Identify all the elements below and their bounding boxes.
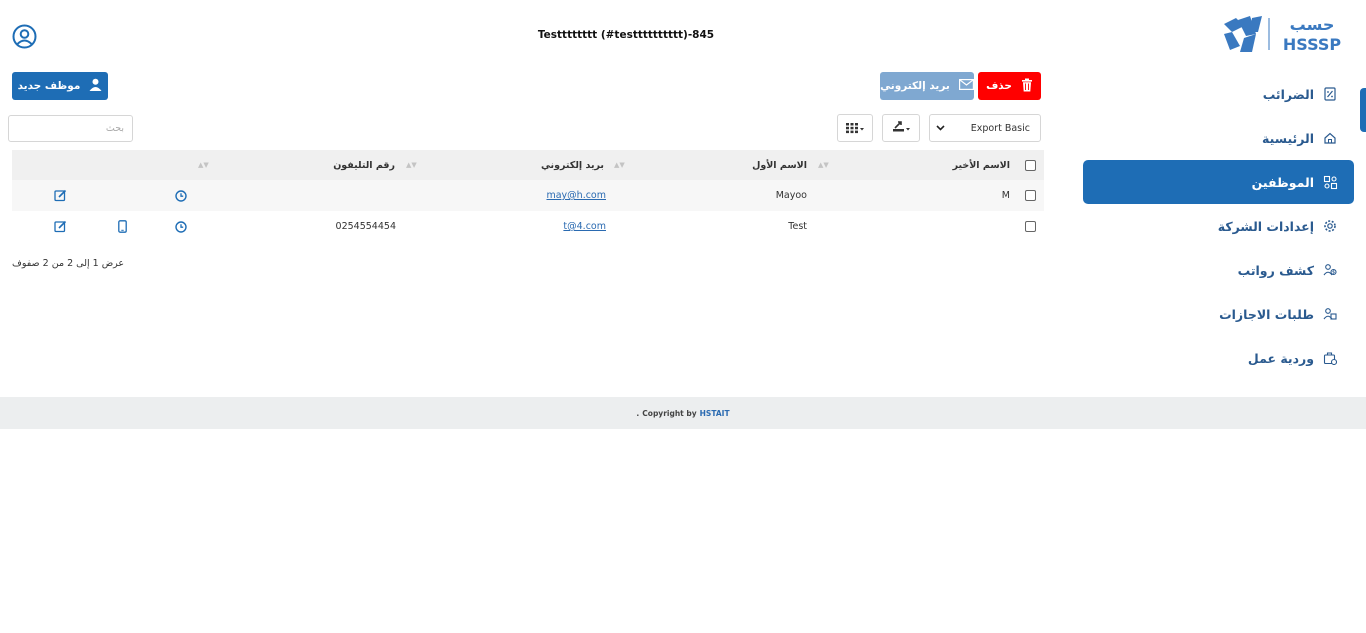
sidebar-item-label: وردية عمل <box>1247 350 1314 366</box>
sidebar-item-label: الضرائب <box>1262 86 1314 102</box>
select-all-checkbox[interactable] <box>1025 150 1036 180</box>
sidebar-item-label: كشف رواتب <box>1237 262 1314 278</box>
sidebar-item-taxes[interactable]: الضرائب <box>1082 72 1366 116</box>
trash-icon <box>1021 78 1033 95</box>
table-row[interactable]: M Mayoo may@h.com <box>12 180 1044 211</box>
sidebar-item-work-shift[interactable]: وردية عمل <box>1082 336 1366 380</box>
sort-icon: ▲▼ <box>614 161 625 169</box>
employees-icon <box>1322 174 1338 190</box>
new-employee-button[interactable]: موظف جديد <box>12 72 108 100</box>
cell-email-link[interactable]: may@h.com <box>546 180 606 211</box>
column-header-email[interactable]: بريد إلكتروني <box>541 150 604 180</box>
column-header-first-name[interactable]: الاسم الأول <box>752 150 807 180</box>
table-header: الاسم الأخير ▲▼ الاسم الأول ▲▼ بريد إلكت… <box>12 150 1044 180</box>
delete-button-label: حذف <box>986 80 1012 92</box>
table-row[interactable]: Test t@4.com 0254554454 <box>12 211 1044 242</box>
new-employee-label: موظف جديد <box>17 80 81 92</box>
sort-icon: ▲▼ <box>198 161 209 169</box>
columns-toggle-button[interactable] <box>837 114 873 142</box>
delete-button[interactable]: حذف <box>978 72 1041 100</box>
row-checkbox[interactable] <box>1025 211 1036 242</box>
svg-text:HSSSP: HSSSP <box>1283 35 1342 54</box>
sidebar-item-label: الموظفين <box>1251 174 1314 190</box>
leave-requests-icon <box>1322 306 1338 322</box>
sidebar-item-label: إعدادات الشركة <box>1217 218 1314 234</box>
sidebar-item-payroll[interactable]: كشف رواتب $ <box>1082 248 1366 292</box>
svg-text:$: $ <box>1332 270 1335 275</box>
cell-last-name: M <box>1001 190 1010 201</box>
work-shift-icon <box>1322 350 1338 366</box>
cell-first-name: Test <box>788 221 807 232</box>
sidebar-item-company-settings[interactable]: إعدادات الشركة <box>1082 204 1366 248</box>
payroll-icon: $ <box>1322 262 1338 278</box>
grid-icon <box>845 119 865 138</box>
email-button-label: بريد إلكتروني <box>880 80 950 92</box>
sort-icon: ▲▼ <box>818 161 829 169</box>
user-circle-icon[interactable] <box>12 24 37 49</box>
sort-icon: ▲▼ <box>406 161 417 169</box>
envelope-icon <box>958 79 974 93</box>
cell-phone: 0254554454 <box>335 221 396 232</box>
email-button[interactable]: بريد إلكتروني <box>880 72 974 100</box>
footer: . Copyright by HSTAIT <box>0 397 1366 429</box>
edit-icon[interactable] <box>53 180 67 211</box>
gear-icon <box>1322 218 1338 234</box>
search-input[interactable] <box>8 115 133 142</box>
export-type-value: Export Basic <box>970 122 1030 134</box>
sidebar-item-label: الرئيسية <box>1262 130 1314 146</box>
svg-text:حسب: حسب <box>1290 15 1335 34</box>
home-icon <box>1322 130 1338 146</box>
clock-icon[interactable] <box>174 211 188 242</box>
sidebar-item-label: طلبات الاجازات <box>1219 306 1314 322</box>
sidebar-item-home[interactable]: الرئيسية <box>1082 116 1366 160</box>
column-header-phone[interactable]: رقم التليفون <box>333 150 395 180</box>
cell-first-name: Mayoo <box>775 190 807 201</box>
edit-icon[interactable] <box>53 211 67 242</box>
top-header: حسب HSSSP Testttttttt (#testttttttttt)-8… <box>0 0 1366 70</box>
row-checkbox[interactable] <box>1025 180 1036 211</box>
pagination-summary: عرض 1 إلى 2 من 2 صفوف <box>12 258 125 269</box>
company-title: Testttttttt (#testttttttttt)-845 <box>537 29 715 41</box>
export-button[interactable] <box>882 114 920 142</box>
sidebar-item-employees[interactable]: الموظفين <box>1083 160 1354 204</box>
user-icon <box>89 78 102 94</box>
export-icon <box>891 119 911 138</box>
export-type-select[interactable]: Export Basic <box>929 114 1041 142</box>
clock-icon[interactable] <box>174 180 188 211</box>
footer-brand-link[interactable]: HSTAIT <box>700 409 730 418</box>
footer-copyright: Copyright by <box>642 408 697 418</box>
mobile-phone-icon[interactable] <box>115 211 129 242</box>
footer-suffix: . <box>636 408 640 418</box>
cell-email-link[interactable]: t@4.com <box>563 211 606 242</box>
tax-document-icon <box>1322 86 1338 102</box>
column-header-last-name[interactable]: الاسم الأخير <box>953 150 1010 180</box>
chevron-down-icon <box>936 123 945 134</box>
sidebar-item-leave-requests[interactable]: طلبات الاجازات <box>1082 292 1366 336</box>
